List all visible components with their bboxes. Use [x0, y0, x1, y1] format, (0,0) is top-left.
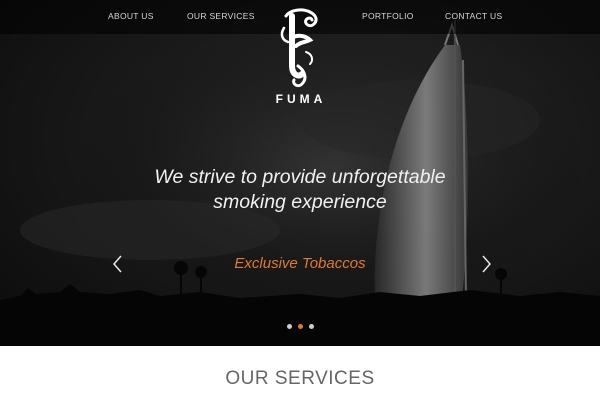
- brand-logo[interactable]: FUMA: [270, 8, 332, 108]
- nav-contact-us[interactable]: CONTACT US: [445, 11, 502, 21]
- nav-portfolio[interactable]: PORTFOLIO: [362, 11, 414, 21]
- hero-subtitle: Exclusive Tobaccos: [234, 255, 366, 272]
- slider-dot-2[interactable]: [298, 324, 303, 329]
- hero-tagline-line1: We strive to provide unforgettable: [154, 166, 446, 188]
- services-section-title: OUR SERVICES: [225, 368, 375, 389]
- slider-pagination: [287, 324, 317, 332]
- brand-name: FUMA: [275, 92, 327, 106]
- slider-prev-button[interactable]: [110, 255, 126, 273]
- slider-dot-1[interactable]: [287, 324, 292, 329]
- nav-about-us[interactable]: ABOUT US: [108, 11, 154, 21]
- chevron-right-icon: [482, 255, 491, 273]
- hero-tagline-line2: smoking experience: [213, 191, 387, 213]
- hero-slider: ABOUT US OUR SERVICES PORTFOLIO CONTACT …: [0, 0, 600, 346]
- smoke-f-logo-icon: [280, 8, 318, 88]
- chevron-left-icon: [113, 255, 122, 273]
- hero-tagline: We strive to provide unforgettable smoki…: [100, 165, 500, 215]
- slider-dot-3[interactable]: [309, 324, 314, 329]
- nav-our-services[interactable]: OUR SERVICES: [187, 11, 255, 21]
- slider-next-button[interactable]: [478, 255, 494, 273]
